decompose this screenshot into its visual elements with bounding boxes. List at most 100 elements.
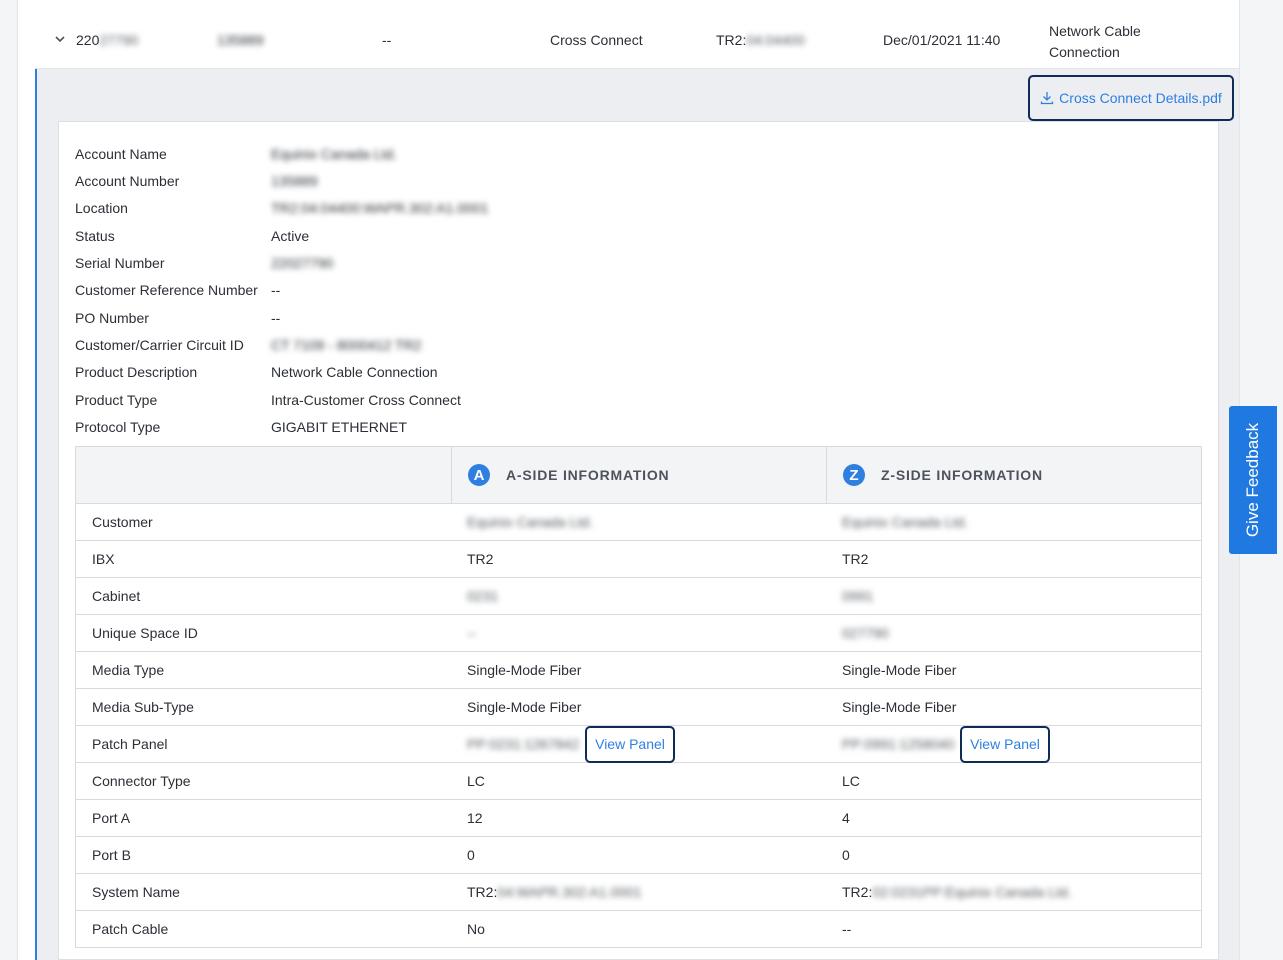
z-side-value: Equinix Canada Ltd. xyxy=(842,514,969,530)
a-side-value: PP:0231:1267842 xyxy=(467,736,580,752)
detail-label: Serial Number xyxy=(75,255,165,271)
detail-label: Account Name xyxy=(75,146,167,162)
product-name: Network Cable Connection xyxy=(1049,23,1141,60)
detail-label: Protocol Type xyxy=(75,419,161,435)
table-row: Media Sub-Type Single-Mode Fiber Single-Mo… xyxy=(76,689,1201,726)
detail-value: Equinix Canada Ltd. xyxy=(271,146,398,162)
z-side-value-rest: 02:0231PP:Equinix Canada Ltd. xyxy=(872,884,1072,900)
table-row: Customer Equinix Canada Ltd. Equinix Canad… xyxy=(76,504,1201,541)
a-side-cell: Equinix Canada Ltd. xyxy=(467,504,825,540)
table-row: Port B 0 0 xyxy=(76,837,1201,874)
side-information-table: A A-SIDE INFORMATION Z Z-SIDE INFORMATIO… xyxy=(75,446,1202,948)
z-side-cell: TR2 xyxy=(842,541,1200,577)
z-side-cell: Single-Mode Fiber xyxy=(842,652,1200,688)
details-card: Account Name Equinix Canada Ltd. Account N… xyxy=(58,121,1219,960)
a-side-cell: -- xyxy=(467,615,825,651)
table-row: Unique Space ID -- 027790 xyxy=(76,615,1201,652)
z-side-value: TR2: xyxy=(842,884,873,900)
a-side-cell: LC xyxy=(467,763,825,799)
table-header-row: A A-SIDE INFORMATION Z Z-SIDE INFORMATIO… xyxy=(76,447,1201,504)
a-side-cell: 12 xyxy=(467,800,825,836)
a-side-value: Single-Mode Fiber xyxy=(467,699,582,715)
table-row: Patch Panel PP:0231:1267842 View Panel PP:0… xyxy=(76,725,1201,763)
a-side-badge-icon: A xyxy=(468,464,490,486)
row-label: Customer xyxy=(92,514,153,530)
detail-value: -- xyxy=(271,310,281,326)
z-side-header: Z Z-SIDE INFORMATION xyxy=(826,447,1201,503)
a-side-cell: TR2: 04:WAPR.302:A1.0001 xyxy=(467,874,825,910)
z-side-badge-icon: Z xyxy=(843,464,865,486)
row-label: System Name xyxy=(92,884,180,900)
z-side-value: LC xyxy=(842,773,860,789)
a-side-value: TR2: xyxy=(467,884,498,900)
a-side-cell: PP:0231:1267842 View Panel xyxy=(467,725,825,763)
detail-label: Product Type xyxy=(75,392,158,408)
a-side-value-rest: 04:WAPR.302:A1.0001 xyxy=(497,884,642,900)
row-label: Port A xyxy=(92,810,131,826)
a-side-value: 12 xyxy=(467,810,483,826)
download-pdf-button[interactable]: Cross Connect Details.pdf xyxy=(1028,75,1234,121)
z-side-value: PP:0991:1258040 xyxy=(842,736,955,752)
table-row: System Name TR2: 04:WAPR.302:A1.0001 TR2: 02… xyxy=(76,874,1201,911)
z-side-cell: 027790 xyxy=(842,615,1200,651)
detail-label: Location xyxy=(75,200,128,216)
order-summary-row[interactable]: 22027790 135889 -- Cross Connect TR2:04:… xyxy=(35,12,1239,69)
detail-value: CT 7109 - 8000412 TR2 xyxy=(271,337,422,353)
a-side-value: No xyxy=(467,921,485,937)
detail-value: 22027790 xyxy=(271,255,334,271)
detail-value: GIGABIT ETHERNET xyxy=(271,419,407,435)
row-label: Cabinet xyxy=(92,588,141,604)
a-side-cell: Single-Mode Fiber xyxy=(467,689,825,725)
detail-label: Customer Reference Number xyxy=(75,282,258,298)
download-icon xyxy=(1041,92,1054,105)
a-side-view-panel-button[interactable]: View Panel xyxy=(585,725,675,763)
a-side-header: A A-SIDE INFORMATION xyxy=(451,447,826,503)
detail-label: Customer/Carrier Circuit ID xyxy=(75,337,244,353)
detail-label: PO Number xyxy=(75,310,149,326)
a-side-value: Equinix Canada Ltd. xyxy=(467,514,594,530)
detail-label: Product Description xyxy=(75,364,198,380)
z-side-cell: Equinix Canada Ltd. xyxy=(842,504,1200,540)
table-row: Port A 12 4 xyxy=(76,800,1201,837)
z-side-cell: TR2: 02:0231PP:Equinix Canada Ltd. xyxy=(842,874,1200,910)
row-label: Port B xyxy=(92,847,131,863)
detail-label: Account Number xyxy=(75,173,180,189)
detail-value: Active xyxy=(271,228,310,244)
order-id: 22027790 xyxy=(76,32,139,48)
z-side-value: 027790 xyxy=(842,625,889,641)
reference: -- xyxy=(382,32,392,48)
z-side-value: -- xyxy=(842,921,852,937)
detail-value: Network Cable Connection xyxy=(271,364,438,380)
a-side-value: Single-Mode Fiber xyxy=(467,662,582,678)
z-side-value: Single-Mode Fiber xyxy=(842,699,957,715)
z-side-value: TR2 xyxy=(842,551,869,567)
download-pdf-label: Cross Connect Details.pdf xyxy=(1059,90,1222,106)
z-side-value: 0991 xyxy=(842,588,874,604)
z-side-cell: 4 xyxy=(842,800,1200,836)
table-row: Connector Type LC LC xyxy=(76,763,1201,800)
table-row: IBX TR2 TR2 xyxy=(76,541,1201,578)
a-side-value: -- xyxy=(467,625,477,641)
a-side-cell: 0 xyxy=(467,837,825,873)
chevron-down-icon[interactable] xyxy=(54,33,66,45)
row-label: Patch Panel xyxy=(92,736,168,752)
table-row: Patch Cable No -- xyxy=(76,911,1201,948)
z-side-value: Single-Mode Fiber xyxy=(842,662,957,678)
order-location: TR2:04:04400 xyxy=(716,32,805,48)
detail-value: TR2:04:04400:WAPR.302:A1.0001 xyxy=(271,200,489,216)
table-row: Cabinet 0231 0991 xyxy=(76,578,1201,615)
a-side-cell: TR2 xyxy=(467,541,825,577)
row-label: Unique Space ID xyxy=(92,625,198,641)
give-feedback-tab[interactable]: Give Feedback xyxy=(1229,406,1277,554)
z-side-cell: LC xyxy=(842,763,1200,799)
order-date: Dec/01/2021 11:40 xyxy=(883,32,1001,48)
order-type: Cross Connect xyxy=(550,32,643,48)
table-body: Customer Equinix Canada Ltd. Equinix Canad… xyxy=(76,504,1201,948)
z-side-value: 0 xyxy=(842,847,850,863)
a-side-title: A-SIDE INFORMATION xyxy=(506,467,670,483)
z-side-view-panel-button[interactable]: View Panel xyxy=(960,725,1050,763)
z-side-value: 4 xyxy=(842,810,850,826)
header-empty-cell xyxy=(92,447,450,503)
table-row: Media Type Single-Mode Fiber Single-Mode F… xyxy=(76,652,1201,689)
detail-label: Status xyxy=(75,228,115,244)
